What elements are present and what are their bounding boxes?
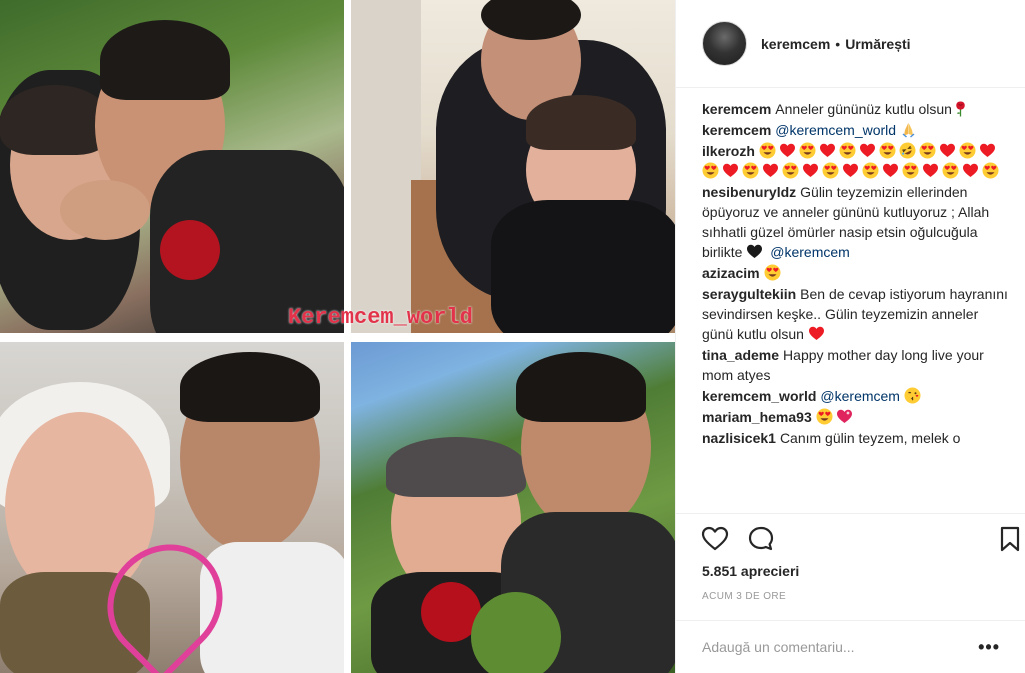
heart-emoji-icon [922, 162, 939, 179]
heart-emoji-icon [842, 162, 859, 179]
heart-emoji-icon [802, 162, 819, 179]
heart-eyes-emoji-icon [782, 162, 799, 179]
photo-garden [351, 342, 675, 673]
comments-list[interactable]: keremcem Anneler gününüz kutlu olsun kerem… [702, 99, 1010, 515]
photo-kitchen [351, 0, 675, 333]
black-heart-emoji-icon [746, 243, 763, 260]
heart-emoji-icon [939, 142, 956, 159]
likes-count[interactable]: 5.851 aprecieri [702, 563, 799, 579]
photo-kiss [0, 0, 344, 333]
heart-emoji-icon [979, 142, 996, 159]
heart-emoji-icon [808, 325, 825, 342]
comment-username[interactable]: nesibenuryldz [702, 184, 796, 200]
post-sidebar: keremcem • Urmărești keremcem Anneler gün… [675, 0, 1025, 673]
heart-emoji-icon [962, 162, 979, 179]
avatar[interactable] [702, 21, 747, 66]
comment-text: Anneler gününüz kutlu olsun [775, 101, 952, 117]
comment-input[interactable] [702, 639, 979, 655]
bookmark-icon[interactable] [998, 524, 1022, 554]
post-image-collage[interactable]: Keremcem_world [0, 0, 675, 673]
heart-eyes-emoji-icon [919, 142, 936, 159]
sparkle-heart-emoji-icon [836, 408, 853, 425]
comment-text: Canım gülin teyzem, melek o [779, 430, 961, 446]
more-options-icon[interactable]: ••• [978, 637, 1000, 658]
photo-car-selfie [0, 342, 344, 673]
comment-item: mariam_hema93 [702, 407, 1010, 427]
header-username[interactable]: keremcem [761, 36, 830, 52]
heart-eyes-emoji-icon [839, 142, 856, 159]
pray-emoji-icon [900, 121, 917, 138]
comment-username[interactable]: tina_ademe [702, 347, 779, 363]
heart-emoji-icon [722, 162, 739, 179]
heart-eyes-emoji-icon [942, 162, 959, 179]
heart-eyes-emoji-icon [816, 408, 833, 425]
add-comment-bar: ••• [676, 620, 1025, 673]
comment-username[interactable]: ilkerozh [702, 143, 755, 159]
comment-username[interactable]: keremcem [702, 101, 771, 117]
comment-item: keremcem @keremcem_world [702, 120, 1010, 140]
heart-eyes-emoji-icon [879, 142, 896, 159]
heart-emoji-icon [882, 162, 899, 179]
comment-item: nazlisicek1 Canım gülin teyzem, melek o [702, 428, 1010, 448]
rofl-emoji-icon [899, 142, 916, 159]
comment-username[interactable]: nazlisicek1 [702, 430, 776, 446]
comment-item: tina_ademe Happy mother day long live you… [702, 345, 1010, 385]
comment-item: keremcem Anneler gününüz kutlu olsun [702, 99, 1010, 119]
comment-item: keremcem_world @keremcem [702, 386, 1010, 406]
heart-eyes-emoji-icon [862, 162, 879, 179]
like-heart-icon[interactable] [700, 524, 730, 554]
heart-eyes-emoji-icon [799, 142, 816, 159]
heart-emoji-icon [779, 142, 796, 159]
heart-eyes-emoji-icon [982, 162, 999, 179]
comment-username[interactable]: keremcem_world [702, 388, 816, 404]
post-header: keremcem • Urmărești [676, 0, 1025, 88]
comment-username[interactable]: keremcem [702, 122, 771, 138]
heart-eyes-emoji-icon [759, 142, 776, 159]
heart-eyes-emoji-icon [764, 264, 781, 281]
comment-username[interactable]: mariam_hema93 [702, 409, 812, 425]
heart-eyes-emoji-icon [822, 162, 839, 179]
comment-item: seraygultekiin Ben de cevap istiyorum hay… [702, 284, 1010, 344]
heart-eyes-emoji-icon [959, 142, 976, 159]
comment-item: azizacim [702, 263, 1010, 283]
heart-emoji-icon [819, 142, 836, 159]
watermark-text: Keremcem_world [288, 305, 473, 330]
comment-item: nesibenuryldz Gülin teyzemizin ellerinden… [702, 182, 1010, 262]
comment-bubble-icon[interactable] [746, 524, 776, 554]
heart-eyes-emoji-icon [742, 162, 759, 179]
mention-link[interactable]: @keremcem [770, 244, 850, 260]
rose-emoji-icon [952, 100, 969, 117]
mention-link[interactable]: @keremcem_world [775, 122, 896, 138]
header-separator: • [835, 35, 841, 52]
mention-link[interactable]: @keremcem [820, 388, 900, 404]
post-timestamp[interactable]: ACUM 3 DE ORE [702, 591, 786, 602]
action-bar [676, 513, 1025, 563]
comment-username[interactable]: seraygultekiin [702, 286, 796, 302]
kiss-emoji-icon [904, 387, 921, 404]
heart-eyes-emoji-icon [902, 162, 919, 179]
heart-emoji-icon [762, 162, 779, 179]
follow-button[interactable]: Urmărești [845, 36, 910, 52]
comment-item: ilkerozh [702, 141, 1010, 181]
heart-eyes-emoji-icon [702, 162, 719, 179]
comment-username[interactable]: azizacim [702, 265, 760, 281]
heart-emoji-icon [859, 142, 876, 159]
